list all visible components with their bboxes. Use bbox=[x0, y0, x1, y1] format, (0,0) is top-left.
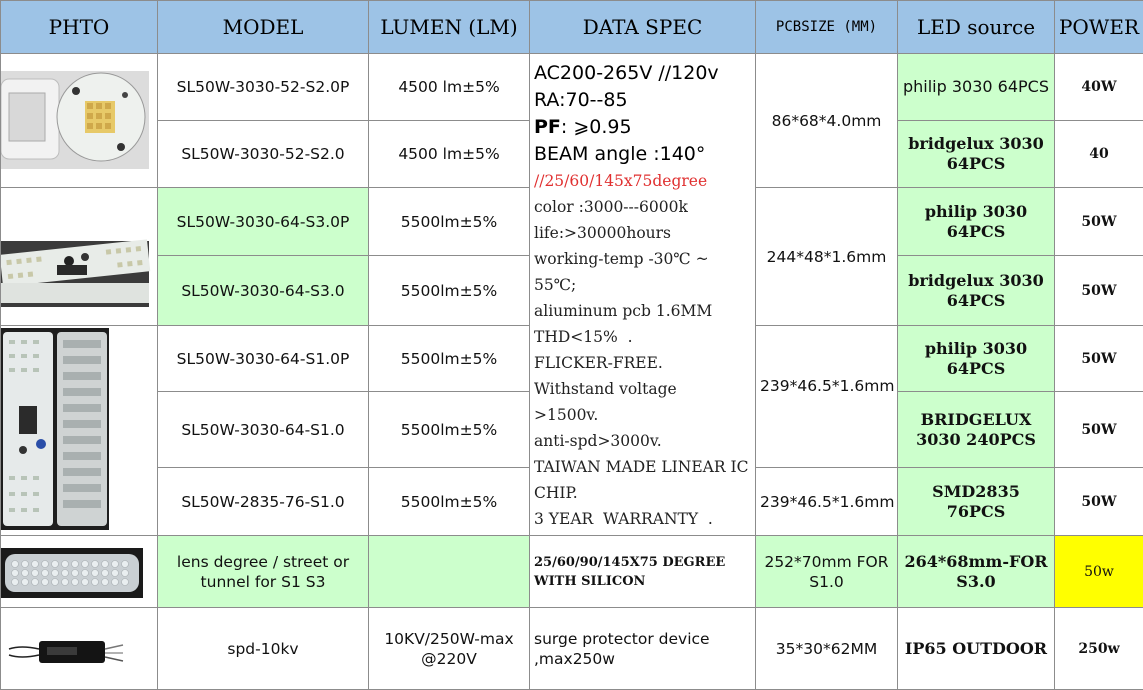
lumen-cell: 4500 lm±5% bbox=[369, 121, 530, 188]
led-source-cell: philip 3030 64PCS bbox=[898, 54, 1055, 121]
power-cell: 40W bbox=[1055, 54, 1143, 121]
model-cell: SL50W-3030-64-S1.0 bbox=[158, 392, 369, 468]
led-source-cell: SMD2835 76PCS bbox=[898, 468, 1055, 536]
spec-pf-label: PF bbox=[534, 116, 561, 138]
spec-beam: BEAM angle :140° bbox=[534, 141, 755, 168]
photo-dual-strip-module bbox=[1, 326, 158, 536]
model-cell: SL50W-3030-52-S2.0 bbox=[158, 121, 369, 188]
dual-strip-module-image bbox=[1, 326, 158, 532]
pcbsize-cell: 244*48*1.6mm bbox=[756, 188, 898, 326]
surge-spec-cell: surge protector device ,max250w bbox=[530, 608, 756, 690]
header-photo: PHTO bbox=[1, 1, 158, 54]
data-spec-cell: AC200-265V //120v RA:70--85 PF: ⩾0.95 BE… bbox=[530, 54, 756, 536]
spec-line: 3 YEAR WARRANTY . bbox=[534, 506, 755, 532]
spec-ra: RA:70--85 bbox=[534, 87, 755, 114]
spec-line: TAIWAN MADE LINEAR IC bbox=[534, 454, 755, 480]
led-source-cell: bridgelux 3030 64PCS bbox=[898, 256, 1055, 326]
header-led-source: LED source bbox=[898, 1, 1055, 54]
spec-line: THD<15% . bbox=[534, 324, 755, 350]
spec-line: working-temp -30℃ ~ bbox=[534, 246, 755, 272]
table-row: SL50W-3030-52-S2.0P 4500 lm±5% AC200-265… bbox=[1, 54, 1143, 121]
spec-line: >1500v. bbox=[534, 402, 755, 428]
photo-round-pcb-module bbox=[1, 54, 158, 188]
lumen-cell: 5500lm±5% bbox=[369, 468, 530, 536]
round-pcb-module-image bbox=[1, 61, 151, 181]
power-cell: 40 bbox=[1055, 121, 1143, 188]
pcbsize-cell: 239*46.5*1.6mm bbox=[756, 326, 898, 468]
lens-power-cell: 50w bbox=[1055, 536, 1143, 608]
spec-voltage: AC200-265V //120v bbox=[534, 60, 755, 87]
header-lumen: LUMEN (LM) bbox=[369, 1, 530, 54]
model-cell: SL50W-2835-76-S1.0 bbox=[158, 468, 369, 536]
power-cell: 50W bbox=[1055, 468, 1143, 536]
led-source-cell: BRIDGELUX 3030 240PCS bbox=[898, 392, 1055, 468]
led-source-cell: philip 3030 64PCS bbox=[898, 326, 1055, 392]
lumen-cell: 5500lm±5% bbox=[369, 326, 530, 392]
lumen-cell: 5500lm±5% bbox=[369, 392, 530, 468]
spec-line: color :3000---6000k bbox=[534, 194, 755, 220]
lens-pcbsize-cell: 252*70mm FOR S1.0 bbox=[756, 536, 898, 608]
surge-size-cell: 35*30*62MM bbox=[756, 608, 898, 690]
linear-pcb-module-image bbox=[1, 207, 151, 307]
surge-protector-image bbox=[1, 619, 151, 679]
surge-ip-cell: IP65 OUTDOOR bbox=[898, 608, 1055, 690]
pcbsize-cell: 86*68*4.0mm bbox=[756, 54, 898, 188]
lens-description-cell: lens degree / street or tunnel for S1 S3 bbox=[158, 536, 369, 608]
spec-pf: PF: ⩾0.95 bbox=[534, 114, 755, 141]
product-spec-table: PHTO MODEL LUMEN (LM) DATA SPEC PCBSIZE … bbox=[0, 0, 1143, 690]
power-cell: 50W bbox=[1055, 256, 1143, 326]
lens-spec-cell: 25/60/90/145X75 DEGREE WITH SILICON bbox=[530, 536, 756, 608]
power-cell: 50W bbox=[1055, 188, 1143, 256]
surge-rating-cell: 10KV/250W-max @220V bbox=[369, 608, 530, 690]
lens-led-cell: 264*68mm-FOR S3.0 bbox=[898, 536, 1055, 608]
lens-lumen-cell bbox=[369, 536, 530, 608]
header-pcbsize: PCBSIZE (MM) bbox=[756, 1, 898, 54]
spec-line: anti-spd>3000v. bbox=[534, 428, 755, 454]
power-cell: 50W bbox=[1055, 392, 1143, 468]
led-source-cell: philip 3030 64PCS bbox=[898, 188, 1055, 256]
photo-lens bbox=[1, 536, 158, 608]
header-model: MODEL bbox=[158, 1, 369, 54]
model-cell: SL50W-3030-64-S3.0 bbox=[158, 256, 369, 326]
spec-line: FLICKER-FREE. bbox=[534, 350, 755, 376]
power-cell: 50W bbox=[1055, 326, 1143, 392]
header-data-spec: DATA SPEC bbox=[530, 1, 756, 54]
lumen-cell: 5500lm±5% bbox=[369, 256, 530, 326]
lens-row: lens degree / street or tunnel for S1 S3… bbox=[1, 536, 1143, 608]
surge-model-cell: spd-10kv bbox=[158, 608, 369, 690]
header-power: POWER bbox=[1055, 1, 1143, 54]
led-source-cell: bridgelux 3030 64PCS bbox=[898, 121, 1055, 188]
photo-linear-pcb-module bbox=[1, 188, 158, 326]
surge-row: spd-10kv 10KV/250W-max @220V surge prote… bbox=[1, 608, 1143, 690]
spec-line: aliuminum pcb 1.6MM bbox=[534, 298, 755, 324]
header-row: PHTO MODEL LUMEN (LM) DATA SPEC PCBSIZE … bbox=[1, 1, 1143, 54]
model-cell: SL50W-3030-64-S3.0P bbox=[158, 188, 369, 256]
spec-line: 55℃; bbox=[534, 272, 755, 298]
lumen-cell: 5500lm±5% bbox=[369, 188, 530, 256]
spec-line: CHIP. bbox=[534, 480, 755, 506]
spec-line: Withstand voltage bbox=[534, 376, 755, 402]
lens-image bbox=[1, 542, 151, 602]
spec-degree: //25/60/145x75degree bbox=[534, 168, 755, 194]
photo-surge-protector bbox=[1, 608, 158, 690]
model-cell: SL50W-3030-64-S1.0P bbox=[158, 326, 369, 392]
lumen-cell: 4500 lm±5% bbox=[369, 54, 530, 121]
surge-power-cell: 250w bbox=[1055, 608, 1143, 690]
model-cell: SL50W-3030-52-S2.0P bbox=[158, 54, 369, 121]
spec-pf-value: : ⩾0.95 bbox=[561, 116, 632, 138]
pcbsize-cell: 239*46.5*1.6mm bbox=[756, 468, 898, 536]
spec-line: life:>30000hours bbox=[534, 220, 755, 246]
